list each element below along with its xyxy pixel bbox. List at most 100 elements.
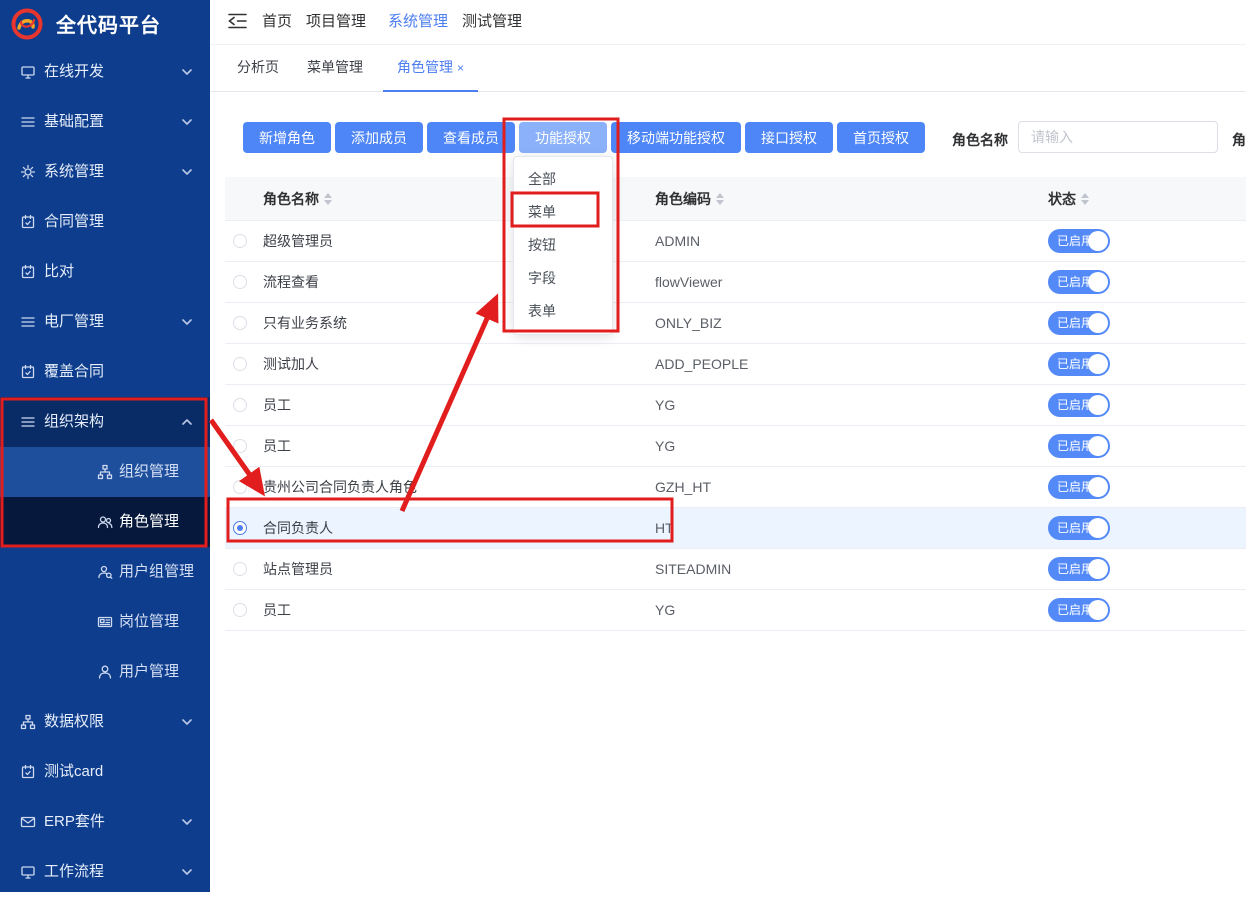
add-member-button[interactable]: 添加成员 [335,122,423,153]
status-toggle[interactable]: 已启用 [1048,352,1110,376]
sidebar: 全代码平台 在线开发 基础配置 系统管理 合同管理 比对 [0,0,210,892]
status-toggle[interactable]: 已启用 [1048,393,1110,417]
table-row[interactable]: 贵州公司合同负责人角色 GZH_HT 已启用 [225,467,1246,508]
home-auth-button[interactable]: 首页授权 [837,122,925,153]
function-auth-button[interactable]: 功能授权 [519,122,607,153]
mobile-function-auth-button[interactable]: 移动端功能授权 [611,122,741,153]
sidebar-item-data-permission[interactable]: 数据权限 [0,697,210,747]
chevron-down-icon [182,69,192,75]
chevron-down-icon [182,119,192,125]
monitor-icon [20,864,36,880]
sidebar-item-org-structure[interactable]: 组织架构 [0,397,210,447]
status-toggle[interactable]: 已启用 [1048,434,1110,458]
sidebar-item-power-plant-mgmt[interactable]: 电厂管理 [0,297,210,347]
dropdown-item-all[interactable]: 全部 [514,163,612,196]
row-radio[interactable] [233,316,247,330]
sidebar-item-test-card[interactable]: 测试card [0,747,210,797]
mail-icon [20,814,36,830]
api-auth-button[interactable]: 接口授权 [745,122,833,153]
row-radio[interactable] [233,275,247,289]
sidebar-subitem-post-mgmt[interactable]: 岗位管理 [0,597,210,647]
sidebar-item-compare[interactable]: 比对 [0,247,210,297]
dropdown-item-button[interactable]: 按钮 [514,229,612,262]
nav-item-project-mgmt[interactable]: 项目管理 [306,0,366,44]
row-radio[interactable] [233,439,247,453]
role-code-truncated-label: 角 [1232,130,1246,150]
status-toggle[interactable]: 已启用 [1048,475,1110,499]
toggle-knob [1088,477,1108,497]
sidebar-item-system-mgmt[interactable]: 系统管理 [0,147,210,197]
dropdown-item-field[interactable]: 字段 [514,262,612,295]
top-nav: 首页 项目管理 系统管理 测试管理 [210,0,1246,45]
sort-icon[interactable] [1081,193,1089,205]
sidebar-item-online-dev[interactable]: 在线开发 [0,47,210,97]
monitor-icon [20,64,36,80]
sort-icon[interactable] [324,193,332,205]
table-row[interactable]: 员工 YG 已启用 [225,590,1246,631]
toggle-knob [1088,559,1108,579]
nav-item-test-mgmt[interactable]: 测试管理 [462,0,522,44]
row-radio[interactable] [233,562,247,576]
table-row[interactable]: 站点管理员 SITEADMIN 已启用 [225,549,1246,590]
status-toggle[interactable]: 已启用 [1048,557,1110,581]
dropdown-item-form[interactable]: 表单 [514,295,612,328]
app-title: 全代码平台 [56,9,161,38]
sidebar-subitem-org-mgmt[interactable]: 组织管理 [0,447,210,497]
tab-menu-mgmt[interactable]: 菜单管理 [307,45,363,90]
dropdown-item-menu[interactable]: 菜单 [514,196,612,229]
sidebar-item-workflow[interactable]: 工作流程 [0,847,210,897]
row-radio[interactable] [233,398,247,412]
table-row[interactable]: 测试加人 ADD_PEOPLE 已启用 [225,344,1246,385]
sort-icon[interactable] [716,193,724,205]
sidebar-item-contract-mgmt[interactable]: 合同管理 [0,197,210,247]
status-toggle[interactable]: 已启用 [1048,598,1110,622]
status-toggle[interactable]: 已启用 [1048,311,1110,335]
sidebar-fold-icon[interactable] [228,13,247,29]
status-toggle[interactable]: 已启用 [1048,229,1110,253]
function-auth-dropdown: 全部 菜单 按钮 字段 表单 [513,156,613,335]
sidebar-subitem-user-mgmt[interactable]: 用户管理 [0,647,210,697]
tab-analysis-page[interactable]: 分析页 [237,45,279,90]
status-toggle[interactable]: 已启用 [1048,270,1110,294]
nav-item-system-mgmt[interactable]: 系统管理 [388,0,448,44]
role-name-search-input[interactable] [1018,121,1218,153]
toggle-knob [1088,313,1108,333]
toggle-knob [1088,272,1108,292]
table-row[interactable]: 员工 YG 已启用 [225,385,1246,426]
row-radio[interactable] [233,357,247,371]
sidebar-item-erp-suite[interactable]: ERP套件 [0,797,210,847]
sidebar-subitem-user-group-mgmt[interactable]: 用户组管理 [0,547,210,597]
sidebar-item-cover-contract[interactable]: 覆盖合同 [0,347,210,397]
table-row[interactable]: 流程查看 flowViewer 已启用 [225,262,1246,303]
row-radio[interactable] [233,234,247,248]
tab-role-mgmt[interactable]: 角色管理× [383,45,478,92]
table-row[interactable]: 只有业务系统 ONLY_BIZ 已启用 [225,303,1246,344]
row-radio[interactable] [233,480,247,494]
toggle-knob [1088,518,1108,538]
user-icon [97,664,113,680]
tab-close-icon[interactable]: × [457,61,464,75]
add-role-button[interactable]: 新增角色 [243,122,331,153]
nav-item-home[interactable]: 首页 [262,0,292,44]
toggle-knob [1088,354,1108,374]
sidebar-item-basic-config[interactable]: 基础配置 [0,97,210,147]
calendar-icon [20,764,36,780]
chevron-down-icon [182,169,192,175]
row-radio[interactable] [233,603,247,617]
table-row-selected[interactable]: 合同负责人 HT 已启用 [225,508,1246,549]
calendar-icon [20,214,36,230]
tab-bar: 分析页 菜单管理 角色管理× [210,45,1246,92]
toggle-knob [1088,231,1108,251]
status-toggle[interactable]: 已启用 [1048,516,1110,540]
table-row[interactable]: 超级管理员 ADMIN 已启用 [225,221,1246,262]
toggle-knob [1088,436,1108,456]
chevron-down-icon [182,819,192,825]
table-row[interactable]: 员工 YG 已启用 [225,426,1246,467]
header-role-name: 角色名称 [263,177,332,220]
chevron-down-icon [182,869,192,875]
row-radio-checked[interactable] [233,521,247,535]
sidebar-subitem-role-mgmt[interactable]: 角色管理 [0,497,210,547]
roles-table: 角色名称 角色编码 状态 超级管理员 ADMIN 已启用 流程查看 flowVi… [225,177,1246,631]
view-members-button[interactable]: 查看成员 [427,122,515,153]
toolbar: 新增角色 添加成员 查看成员 功能授权 移动端功能授权 接口授权 首页授权 [243,122,925,153]
